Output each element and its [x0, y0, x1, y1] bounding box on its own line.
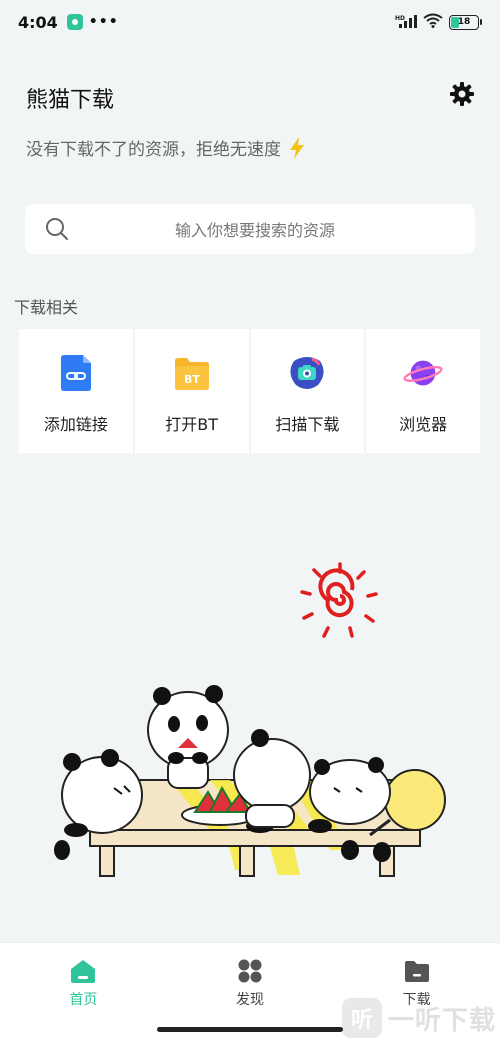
battery-indicator: 18 [449, 14, 482, 30]
more-notifications-icon: ••• [88, 14, 119, 30]
search-placeholder: 输入你想要搜索的资源 [174, 221, 335, 240]
nav-discover[interactable]: 发现 [167, 943, 334, 1040]
folder-icon [403, 957, 431, 985]
gear-icon [450, 82, 474, 106]
battery-level: 18 [457, 17, 471, 27]
add-link-button[interactable]: 添加链接 [19, 329, 133, 453]
tool-label: 打开BT [165, 415, 218, 434]
lightning-icon [290, 136, 304, 159]
slogan-text: 没有下载不了的资源，拒绝无速度 [26, 140, 281, 160]
app-title: 熊猫下载 [26, 88, 115, 113]
home-icon [69, 957, 97, 985]
watermark-logo: 听 [342, 998, 382, 1038]
home-indicator[interactable] [157, 1027, 343, 1032]
sun-graphic [300, 562, 378, 638]
tool-label: 添加链接 [43, 415, 108, 434]
camera-scan-icon [287, 353, 327, 393]
tool-label: 浏览器 [399, 415, 448, 434]
bt-folder-icon: BT [172, 353, 212, 393]
settings-button[interactable] [446, 78, 478, 110]
panda-graphic [147, 685, 229, 789]
panda-illustration [54, 562, 446, 877]
wifi-icon [423, 13, 443, 32]
watermark-text: 一听下载 [388, 1005, 497, 1036]
download-tools-grid: 添加链接 BT 打开BT 扫描下载 浏览器 [19, 329, 480, 453]
slogan: 没有下载不了的资源，拒绝无速度 [26, 135, 307, 160]
browser-button[interactable]: 浏览器 [366, 329, 480, 453]
link-icon [56, 353, 96, 393]
nav-label: 发现 [236, 992, 264, 1008]
section-title-download: 下载相关 [14, 298, 79, 317]
scan-download-button[interactable]: 扫描下载 [250, 329, 365, 453]
status-bar: 4:04 ••• HD 18 [0, 0, 500, 44]
watermark: 听 一听下载 [342, 996, 496, 1040]
status-icons: HD 18 [395, 13, 482, 32]
signal-icon: HD [395, 13, 417, 32]
discover-icon [236, 957, 264, 985]
app-notification-icon [66, 14, 83, 30]
nav-home[interactable]: 首页 [0, 943, 167, 1040]
status-time: 4:04 [18, 12, 58, 32]
search-input[interactable]: 输入你想要搜索的资源 [25, 204, 475, 254]
svg-text:HD: HD [395, 15, 405, 22]
tool-label: 扫描下载 [275, 415, 340, 434]
svg-text:BT: BT [184, 373, 200, 386]
nav-label: 首页 [69, 992, 98, 1008]
planet-icon [403, 353, 443, 393]
search-icon [46, 218, 68, 240]
open-bt-button[interactable]: BT 打开BT [134, 329, 249, 453]
